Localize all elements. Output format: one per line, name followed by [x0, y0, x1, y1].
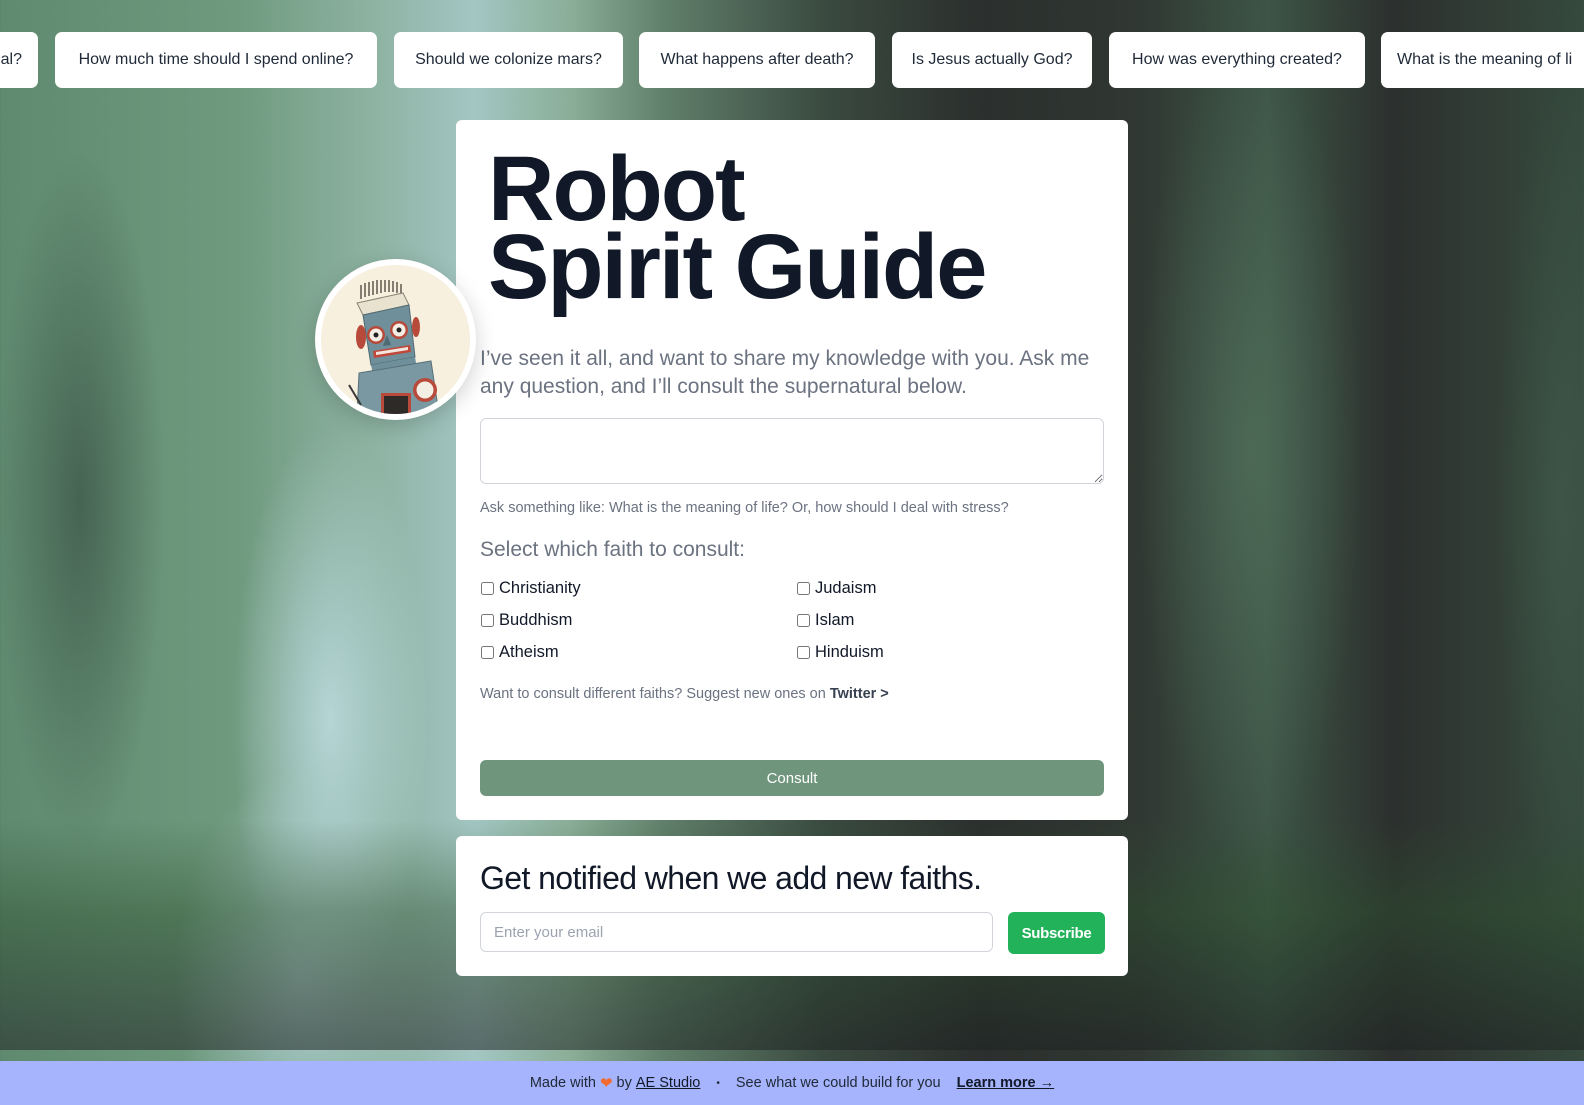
faith-option-judaism[interactable]: Judaism: [796, 577, 1112, 599]
suggestion-chip-label: What happens after death?: [660, 51, 854, 68]
faith-checkbox[interactable]: [797, 613, 810, 627]
question-hint: Ask something like: What is the meaning …: [480, 500, 1009, 516]
page-title: Robot Spirit Guide: [488, 143, 987, 318]
twitter-link[interactable]: Twitter >: [830, 686, 889, 702]
suggestion-chip[interactable]: What is the meaning of li: [1381, 32, 1584, 88]
faith-select-label: Select which faith to consult:: [480, 538, 745, 561]
suggestion-chip-label: al?: [0, 51, 22, 68]
faith-checkbox[interactable]: [797, 581, 810, 595]
subscribe-button[interactable]: Subscribe: [1008, 912, 1105, 954]
suggest-faiths-text: Want to consult different faiths? Sugges…: [480, 686, 889, 702]
learn-more-link[interactable]: Learn more →: [957, 1075, 1055, 1091]
faith-option-islam[interactable]: Islam: [796, 609, 1112, 631]
faith-option-atheism[interactable]: Atheism: [480, 641, 796, 663]
suggestion-chip[interactable]: Should we colonize mars?: [394, 32, 623, 88]
separator-dot: •: [716, 1077, 720, 1089]
faith-label: Judaism: [815, 578, 877, 597]
faith-checkbox[interactable]: [481, 645, 494, 659]
faith-option-christianity[interactable]: Christianity: [480, 577, 796, 599]
suggestion-chip-label: Should we colonize mars?: [415, 51, 602, 68]
faith-label: Atheism: [499, 642, 559, 661]
email-input[interactable]: [480, 912, 993, 952]
robot-avatar: [315, 259, 476, 420]
title-line-2: Spirit Guide: [488, 216, 987, 318]
suggestion-chip[interactable]: What happens after death?: [639, 32, 875, 88]
faith-options: Christianity Judaism Buddhism Islam Athe…: [480, 577, 1110, 663]
by-text: by: [616, 1075, 632, 1091]
suggestion-chip-label: Is Jesus actually God?: [911, 51, 1073, 68]
suggestion-chip[interactable]: al?: [0, 32, 38, 88]
suggestion-chip-label: What is the meaning of li: [1397, 51, 1573, 68]
suggestion-chip[interactable]: Is Jesus actually God?: [892, 32, 1092, 88]
pitch-text: See what we could build for you: [735, 1075, 941, 1091]
suggestion-chips: al? How much time should I spend online?…: [0, 32, 1584, 88]
intro-text: I’ve seen it all, and want to share my k…: [480, 347, 1090, 398]
faith-checkbox[interactable]: [481, 581, 494, 595]
consult-card: Robot Spirit Guide I’ve seen it all, and…: [456, 120, 1128, 820]
faith-option-buddhism[interactable]: Buddhism: [480, 609, 796, 631]
faith-checkbox[interactable]: [481, 613, 494, 627]
consult-button[interactable]: Consult: [480, 760, 1104, 796]
faith-checkbox[interactable]: [797, 645, 810, 659]
notify-title: Get notified when we add new faiths.: [480, 860, 982, 896]
faith-option-hinduism[interactable]: Hinduism: [796, 641, 1112, 663]
faith-label: Hinduism: [815, 642, 884, 661]
faith-label: Islam: [815, 610, 855, 629]
robot-icon: [321, 265, 470, 414]
suggestion-chip-label: How was everything created?: [1132, 51, 1342, 68]
faith-label: Christianity: [499, 578, 581, 597]
suggestion-chip[interactable]: How was everything created?: [1109, 32, 1365, 88]
footer-banner: Made with ❤ by AE Studio • See what we c…: [0, 1061, 1584, 1105]
ae-studio-link[interactable]: AE Studio: [636, 1075, 701, 1091]
question-input[interactable]: [480, 418, 1104, 484]
suggestion-chip[interactable]: How much time should I spend online?: [55, 32, 377, 88]
heart-icon: ❤: [599, 1075, 613, 1092]
made-with-text: Made with: [529, 1075, 596, 1091]
notify-card: Get notified when we add new faiths. Sub…: [456, 836, 1128, 976]
robot-image: [321, 265, 470, 414]
suggest-text: Want to consult different faiths? Sugges…: [480, 686, 830, 702]
suggestion-chip-label: How much time should I spend online?: [78, 51, 354, 68]
faith-label: Buddhism: [499, 610, 573, 629]
